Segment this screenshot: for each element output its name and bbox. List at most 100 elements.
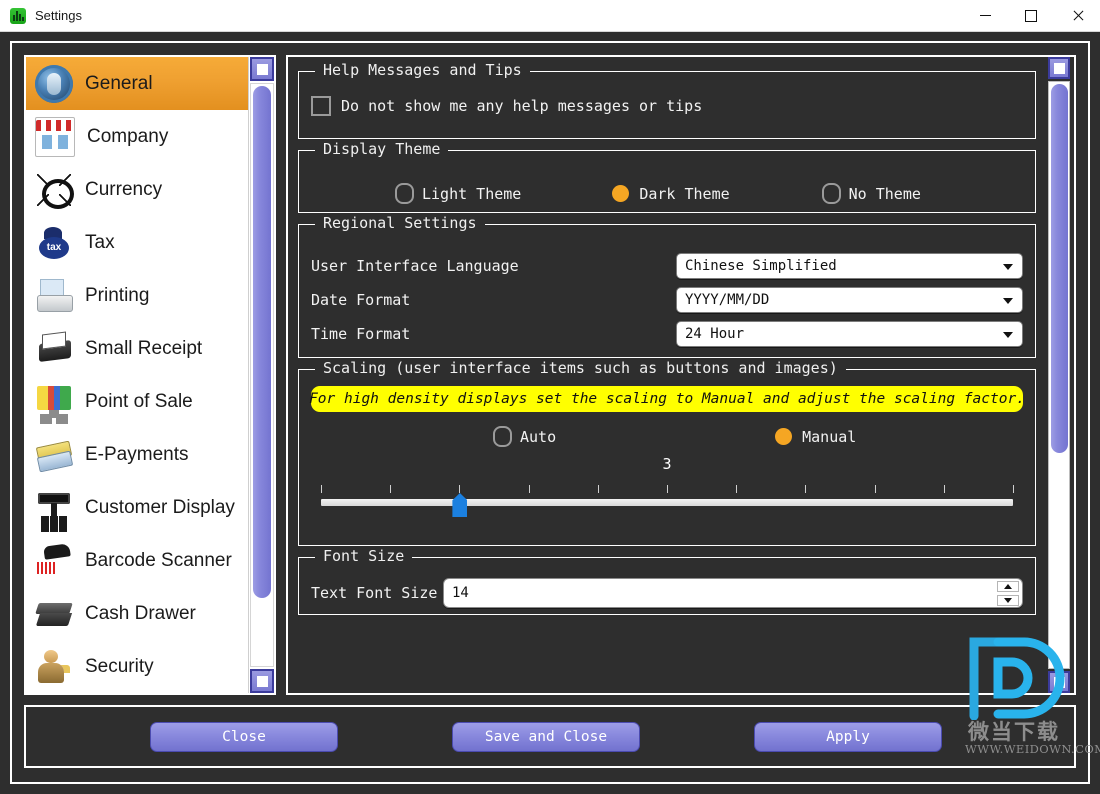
chevron-down-icon: [1003, 264, 1013, 270]
scroll-down-arrow[interactable]: [250, 669, 274, 693]
window-controls: [962, 0, 1100, 31]
ui-language-label: User Interface Language: [311, 257, 519, 275]
sidebar-item-printing[interactable]: Printing: [26, 269, 248, 322]
radio-dark-theme[interactable]: Dark Theme: [611, 184, 730, 203]
text-font-size-row: Text Font Size 14: [311, 576, 1023, 610]
scroll-up-arrow[interactable]: [1048, 57, 1070, 79]
auto-radio-icon[interactable]: [493, 426, 512, 447]
display-theme-legend: Display Theme: [315, 140, 449, 158]
do-not-show-help-label: Do not show me any help messages or tips: [341, 97, 703, 115]
regional-settings-legend: Regional Settings: [315, 214, 485, 232]
stepper-up-arrow-icon: [1004, 584, 1012, 589]
scaling-slider-tick: [597, 485, 599, 493]
manual-radio-icon[interactable]: [775, 428, 793, 445]
sidebar-item-label: Tax: [85, 231, 115, 253]
receipt-printer-icon: [35, 330, 73, 368]
sidebar-item-tax[interactable]: Tax: [26, 216, 248, 269]
do-not-show-help-checkbox[interactable]: [311, 96, 331, 116]
stepper-up-button[interactable]: [997, 581, 1019, 592]
stepper-down-button[interactable]: [997, 595, 1019, 606]
scroll-up-arrow[interactable]: [250, 57, 274, 81]
text-font-size-stepper[interactable]: [997, 581, 1019, 606]
main-scroll-thumb[interactable]: [1051, 84, 1068, 454]
sidebar-item-point-of-sale[interactable]: Point of Sale: [26, 375, 248, 428]
dark-theme-label: Dark Theme: [639, 184, 730, 203]
scaling-group: Scaling (user interface items such as bu…: [298, 359, 1036, 546]
no-theme-label: No Theme: [848, 184, 921, 203]
radio-scaling-manual[interactable]: Manual: [774, 428, 856, 446]
help-messages-group: Help Messages and Tips Do not show me an…: [298, 61, 1036, 139]
dialog-footer: Close Save and Close Apply: [24, 705, 1076, 768]
date-format-dropdown[interactable]: YYYY/MM/DD: [676, 287, 1023, 313]
scaling-legend: Scaling (user interface items such as bu…: [315, 359, 846, 377]
sidebar-item-label: Barcode Scanner: [85, 549, 232, 571]
help-messages-checkbox-row[interactable]: Do not show me any help messages or tips: [311, 96, 1023, 116]
sidebar-item-e-payments[interactable]: E-Payments: [26, 428, 248, 481]
light-theme-radio-icon[interactable]: [395, 183, 414, 204]
sidebar-item-label: Printing: [85, 284, 150, 306]
settings-main-panel: Help Messages and Tips Do not show me an…: [286, 55, 1076, 695]
maximize-icon: [1025, 9, 1037, 22]
radio-light-theme[interactable]: Light Theme: [395, 183, 521, 204]
ui-language-value: Chinese Simplified: [685, 258, 837, 274]
main-scrollbar[interactable]: [1046, 57, 1074, 693]
radio-scaling-auto[interactable]: Auto: [493, 426, 556, 447]
scaling-slider-value: 3: [662, 455, 672, 473]
row-time-format: Time Format 24 Hour: [311, 317, 1023, 351]
customer-display-icon: [35, 489, 73, 527]
close-button[interactable]: Close: [150, 721, 338, 752]
scaling-slider-track[interactable]: [321, 499, 1013, 506]
scaling-slider-area: 3: [311, 455, 1023, 521]
sidebar-item-cash-drawer[interactable]: Cash Drawer: [26, 587, 248, 640]
sidebar-item-security[interactable]: Security: [26, 640, 248, 693]
window-title: Settings: [35, 8, 82, 23]
scaling-slider-tick: [943, 485, 945, 493]
sidebar-item-label: E-Payments: [85, 443, 189, 465]
sidebar-item-barcode-scanner[interactable]: Barcode Scanner: [26, 534, 248, 587]
sidebar-item-company[interactable]: Company: [26, 110, 248, 163]
no-theme-radio-icon[interactable]: [821, 183, 841, 204]
save-and-close-button[interactable]: Save and Close: [452, 721, 640, 752]
sidebar-scrollbar[interactable]: [248, 57, 274, 693]
close-window-button[interactable]: [1054, 0, 1100, 31]
sidebar-item-currency[interactable]: Currency: [26, 163, 248, 216]
main-scroll-track[interactable]: [1048, 81, 1070, 669]
help-messages-legend: Help Messages and Tips: [315, 61, 530, 79]
scaling-slider-tick: [805, 485, 807, 493]
scaling-slider-tick: [874, 485, 876, 493]
text-font-size-input[interactable]: 14: [443, 578, 1023, 608]
sidebar-scroll-thumb[interactable]: [253, 86, 271, 599]
text-font-size-label: Text Font Size: [311, 584, 438, 602]
pos-terminal-icon: [35, 383, 73, 421]
dark-theme-radio-icon[interactable]: [612, 185, 630, 202]
time-format-value: 24 Hour: [685, 326, 745, 342]
settings-window: Settings General Company Currency tax Ta…: [0, 0, 1100, 794]
chevron-down-icon: [1003, 298, 1013, 304]
settings-scroll-area: Help Messages and Tips Do not show me an…: [288, 57, 1046, 693]
scroll-down-arrow[interactable]: [1048, 671, 1070, 693]
sidebar-item-customer-display[interactable]: Customer Display: [26, 481, 248, 534]
sidebar-scroll-track[interactable]: [250, 83, 274, 667]
scaling-slider-tick: [667, 485, 668, 493]
sidebar-item-general[interactable]: General: [26, 57, 248, 110]
scaling-slider-ticks: [321, 485, 1014, 493]
sidebar-item-small-receipt[interactable]: Small Receipt: [26, 322, 248, 375]
scaling-slider-handle[interactable]: [452, 493, 468, 517]
sidebar-item-label: Security: [85, 655, 154, 677]
scaling-slider-tick: [390, 485, 392, 493]
sidebar: General Company Currency Tax Printing: [24, 55, 276, 695]
apply-button[interactable]: Apply: [754, 721, 942, 752]
scaling-slider-tick: [736, 485, 738, 493]
printer-icon: [35, 277, 73, 315]
regional-settings-group: Regional Settings User Interface Languag…: [298, 214, 1036, 358]
sidebar-item-label: General: [85, 72, 153, 94]
radio-no-theme[interactable]: No Theme: [821, 183, 921, 204]
maximize-button[interactable]: [1008, 0, 1054, 31]
barcode-scanner-icon: [35, 542, 73, 580]
time-format-dropdown[interactable]: 24 Hour: [676, 321, 1023, 347]
minimize-icon: [979, 15, 991, 16]
minimize-button[interactable]: [962, 0, 1008, 31]
ui-language-dropdown[interactable]: Chinese Simplified: [676, 253, 1023, 279]
chevron-down-icon: [1003, 332, 1013, 338]
scaling-slider-tick: [1013, 485, 1014, 493]
